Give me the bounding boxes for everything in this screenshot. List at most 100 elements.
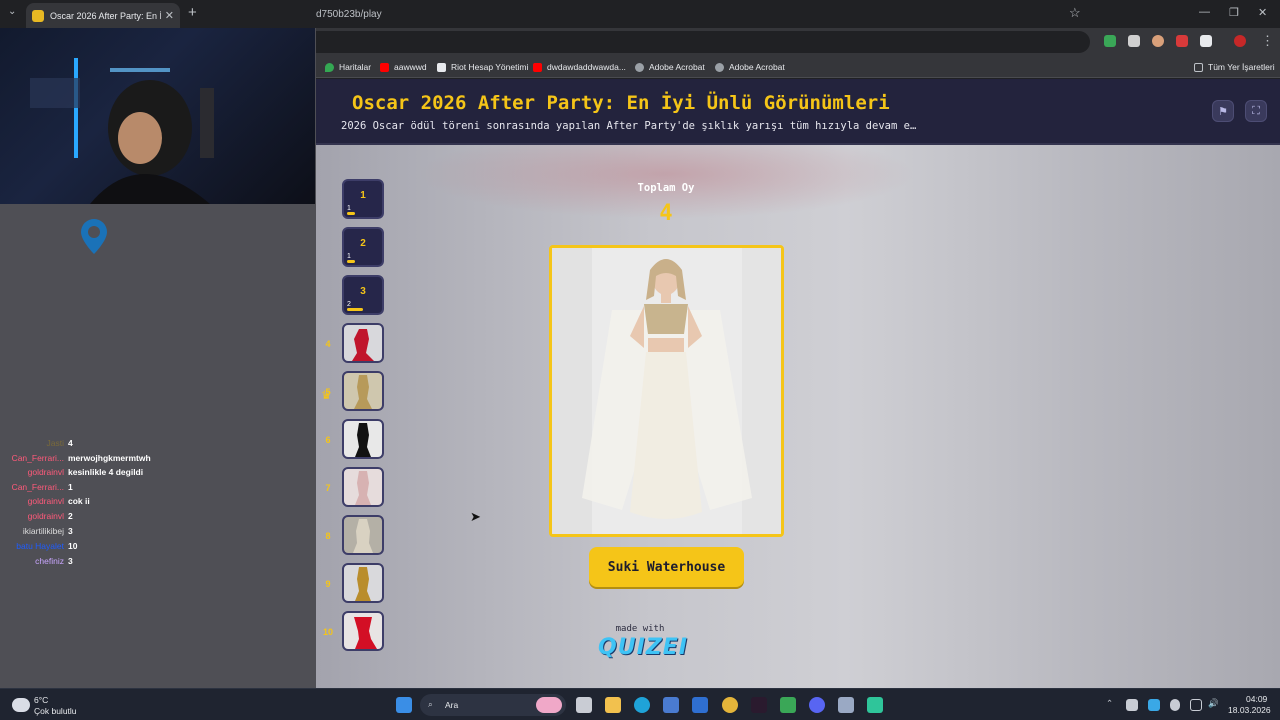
total-votes-label: Toplam Oy [637, 182, 695, 194]
vote-bar [347, 308, 363, 311]
extension-shield-icon[interactable] [1104, 35, 1116, 47]
address-bar[interactable] [200, 31, 1090, 53]
rank-label-10: 10 [322, 627, 333, 637]
fullscreen-icon[interactable]: ⛶ [1245, 100, 1267, 122]
tab-search-icon[interactable]: ⌄ [8, 6, 16, 17]
new-tab-button[interactable]: + [188, 4, 197, 21]
mouse-cursor-icon: ➤ [470, 509, 481, 524]
browser-menu-icon[interactable]: ⋮ [1261, 33, 1274, 49]
gown-thumbnail [352, 329, 374, 361]
rank-label-8: 8 [325, 531, 331, 541]
weather-temp[interactable]: 6°C [34, 695, 48, 705]
youtube-icon [533, 62, 542, 72]
restore-icon[interactable]: ❐ [1229, 6, 1239, 19]
extension-face-icon[interactable] [1152, 35, 1164, 47]
volume-icon[interactable]: 🔊 [1208, 698, 1219, 709]
celebrity-gown-image [552, 248, 781, 534]
chrome-icon[interactable] [722, 697, 738, 713]
rank-item-6[interactable] [342, 419, 384, 459]
vote-bar [347, 260, 355, 263]
quiz-header: Oscar 2026 After Party: En İyi Ünlü Görü… [316, 79, 1280, 145]
edge-icon[interactable] [634, 697, 650, 713]
chat-message: Can_Ferrari... 1 [0, 480, 316, 494]
game-icon[interactable] [867, 697, 883, 713]
windows-start-icon[interactable] [396, 697, 412, 713]
microphone-icon[interactable] [1170, 699, 1180, 711]
url-text[interactable]: d750b23b/play [316, 9, 382, 20]
bookmark-haritalar[interactable]: Haritalar [325, 62, 371, 72]
report-flag-icon[interactable]: ⚑ [1212, 100, 1234, 122]
clock-date[interactable]: 18.03.2026 [1228, 705, 1271, 715]
folder-icon [1194, 62, 1203, 72]
bookmark-dwdaw[interactable]: dwdawdaddwawda... [533, 62, 626, 72]
weather-cloud-icon[interactable] [12, 698, 30, 712]
extension-tp-icon[interactable] [1176, 35, 1188, 47]
gown-thumbnail [354, 617, 377, 649]
tray-app-icon[interactable] [1126, 699, 1138, 711]
vote-bar [347, 212, 355, 215]
profile-avatar-icon[interactable] [1234, 35, 1246, 47]
bookmark-star-icon[interactable]: ☆ [1069, 5, 1081, 21]
bookmark-aawwwd[interactable]: aawwwd [380, 62, 427, 72]
tab-close-icon[interactable]: ✕ [165, 9, 174, 22]
chat-username: Can_Ferrari... [11, 482, 64, 492]
bookmark-acrobat-1[interactable]: Adobe Acrobat [635, 62, 705, 72]
chat-text: 4 [68, 438, 73, 448]
extension-copy-icon[interactable] [1128, 35, 1140, 47]
rank-label-5: 5 [325, 387, 331, 397]
chat-text: kesinlikle 4 degildi [68, 467, 144, 477]
extensions-puzzle-icon[interactable] [1200, 35, 1212, 47]
webcam-feed [0, 28, 315, 204]
rank-item-1[interactable]: 1 1 [342, 179, 384, 219]
file-explorer-icon[interactable] [605, 697, 621, 713]
webcam-image [30, 58, 214, 204]
rank-number: 3 [360, 286, 366, 297]
rank-item-3[interactable]: 3 2 [342, 275, 384, 315]
search-icon: ⌕ [428, 699, 433, 709]
chat-text: 1 [68, 482, 73, 492]
rank-item-8[interactable] [342, 515, 384, 555]
rank-item-10[interactable] [342, 611, 384, 651]
gown-thumbnail [355, 423, 371, 457]
riot-icon [437, 62, 446, 72]
rank-item-4[interactable] [342, 323, 384, 363]
rank-item-5[interactable] [342, 371, 384, 411]
vote-count: 1 [347, 253, 351, 260]
rank-item-9[interactable] [342, 563, 384, 603]
clock-time[interactable]: 04:09 [1246, 694, 1267, 704]
bookmark-riot[interactable]: Riot Hesap Yönetimi [437, 62, 528, 72]
browser-tab[interactable]: Oscar 2026 After Party: En İyi Ü ✕ [26, 3, 180, 28]
contestant-name-button[interactable]: Suki Waterhouse [589, 547, 744, 587]
quiz-subtitle: 2026 Oscar ödül töreni sonrasında yapıla… [341, 120, 917, 132]
rank-item-7[interactable] [342, 467, 384, 507]
chat-text: 3 [68, 526, 73, 536]
network-icon[interactable] [1190, 699, 1202, 711]
weather-desc[interactable]: Çok bulutlu [34, 706, 77, 716]
app-icon[interactable] [751, 697, 767, 713]
task-view-icon[interactable] [576, 697, 592, 713]
discord-icon[interactable] [809, 697, 825, 713]
tab-favicon-icon [32, 9, 44, 22]
quizei-logo[interactable]: QUIZEI [598, 635, 687, 660]
chat-username: chefiniz [35, 556, 64, 566]
contestant-photo[interactable] [549, 245, 784, 537]
all-bookmarks[interactable]: Tüm Yer İşaretleri [1194, 62, 1275, 72]
sheets-icon[interactable] [780, 697, 796, 713]
store-icon[interactable] [663, 697, 679, 713]
bookmark-acrobat-2[interactable]: Adobe Acrobat [715, 62, 785, 72]
rank-number: 1 [360, 190, 366, 201]
minimize-icon[interactable]: — [1199, 6, 1210, 18]
browser-tabstrip: ⌄ Oscar 2026 After Party: En İyi Ü ✕ + —… [0, 0, 1280, 28]
vote-count: 1 [347, 205, 351, 212]
youtube-icon [380, 62, 389, 72]
chat-username: Jasti [46, 438, 64, 448]
tool-icon[interactable] [838, 697, 854, 713]
rank-item-2[interactable]: 2 1 [342, 227, 384, 267]
windows-taskbar: 6°C Çok bulutlu ⌕ Ara ⌃ 🔊 04:09 18.03.20… [0, 688, 1280, 720]
close-window-icon[interactable]: ✕ [1258, 6, 1267, 19]
quiz-page: Oscar 2026 After Party: En İyi Ünlü Görü… [316, 79, 1280, 688]
outlook-icon[interactable] [692, 697, 708, 713]
chevron-up-icon[interactable]: ⌃ [1106, 698, 1113, 709]
chat-text: merwojhgkmermtwh [68, 453, 151, 463]
onedrive-icon[interactable] [1148, 699, 1160, 711]
